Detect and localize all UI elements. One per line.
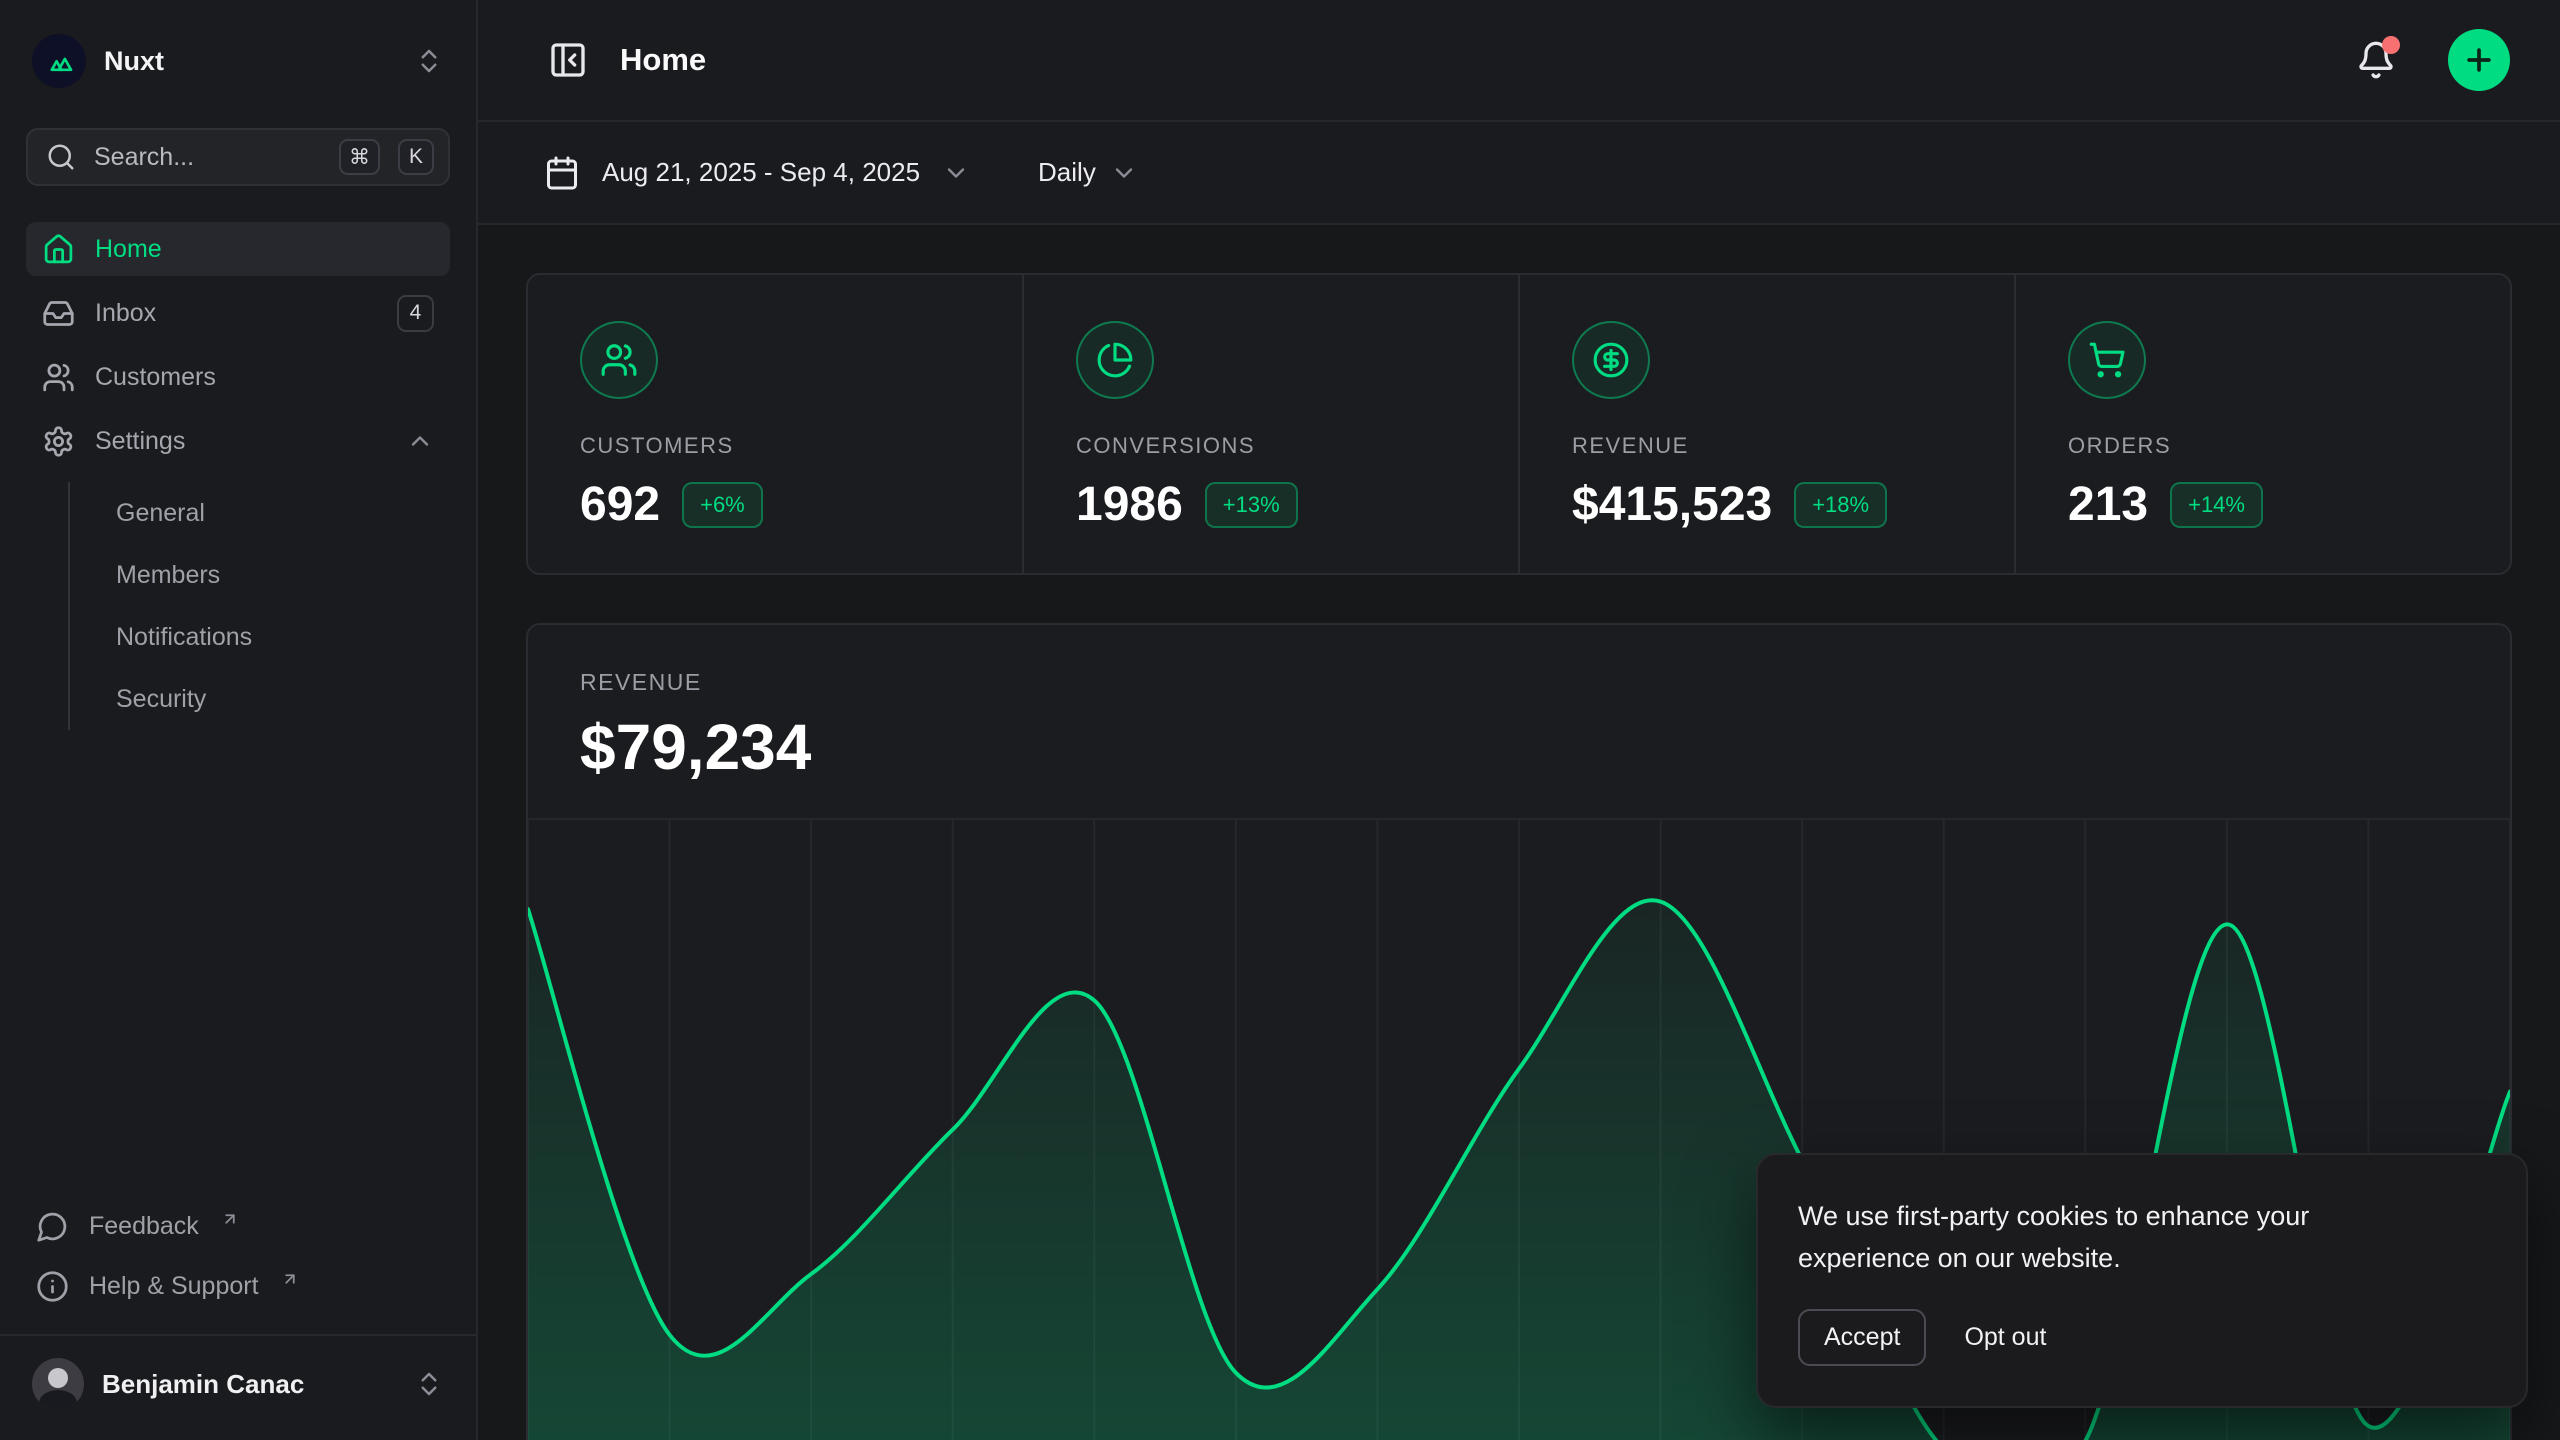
stats-panel: CUSTOMERS 692 +6% CONVERSIONS 1986 +13% [526, 273, 2512, 575]
sidebar-item-label: Inbox [95, 299, 377, 328]
avatar [32, 1358, 84, 1410]
page-title: Home [620, 42, 2322, 78]
external-link-icon [221, 1210, 239, 1228]
cookie-accept-button[interactable]: Accept [1798, 1309, 1926, 1366]
feedback-label: Feedback [89, 1212, 199, 1241]
sidebar-item-home[interactable]: Home [26, 222, 450, 276]
sidebar-spacer [26, 730, 450, 1196]
nuxt-logo-icon [32, 34, 86, 88]
search-placeholder: Search... [94, 143, 321, 172]
stat-delta-badge: +18% [1794, 482, 1887, 528]
gear-icon [42, 425, 75, 458]
search-input[interactable]: Search... ⌘ K [26, 128, 450, 186]
sidebar-item-security[interactable]: Security [70, 668, 450, 730]
stat-label: CUSTOMERS [580, 433, 970, 459]
notification-dot [2382, 36, 2400, 54]
message-circle-icon [36, 1210, 69, 1243]
sidebar: Nuxt Search... ⌘ K Home Inbox 4 [0, 0, 478, 1440]
stat-value: $415,523 [1572, 477, 1772, 532]
sidebar-item-customers[interactable]: Customers [26, 350, 450, 404]
workspace-switcher[interactable]: Nuxt [26, 26, 450, 96]
inbox-count-badge: 4 [397, 295, 434, 332]
kbd-k: K [398, 139, 434, 175]
info-icon [36, 1270, 69, 1303]
sidebar-item-label: Home [95, 235, 434, 264]
house-icon [42, 233, 75, 266]
stat-value: 1986 [1076, 477, 1183, 532]
stat-card-customers[interactable]: CUSTOMERS 692 +6% [528, 275, 1022, 573]
stat-card-orders[interactable]: ORDERS 213 +14% [2014, 275, 2510, 573]
cookie-optout-button[interactable]: Opt out [1964, 1311, 2046, 1364]
inbox-icon [42, 297, 75, 330]
sidebar-item-notifications[interactable]: Notifications [70, 606, 450, 668]
add-button[interactable] [2448, 29, 2510, 91]
stat-card-conversions[interactable]: CONVERSIONS 1986 +13% [1022, 275, 1518, 573]
cookie-message: We use first-party cookies to enhance yo… [1798, 1195, 2418, 1279]
sidebar-item-inbox[interactable]: Inbox 4 [26, 286, 450, 340]
user-name: Benjamin Canac [102, 1369, 396, 1400]
user-menu[interactable]: Benjamin Canac [0, 1334, 476, 1414]
cookie-banner: We use first-party cookies to enhance yo… [1756, 1153, 2528, 1408]
sidebar-nav: Home Inbox 4 Customers Settings Ge [26, 222, 450, 730]
users-icon [580, 321, 658, 399]
stat-delta-badge: +13% [1205, 482, 1298, 528]
revenue-chart-label: REVENUE [580, 669, 2458, 696]
revenue-chart-value: $79,234 [580, 710, 2458, 784]
chevrons-up-down-icon [414, 1369, 444, 1399]
collapse-sidebar-button[interactable] [544, 36, 592, 84]
chevron-up-icon [406, 427, 434, 455]
date-range-picker[interactable]: Aug 21, 2025 - Sep 4, 2025 [544, 155, 970, 191]
notifications-button[interactable] [2350, 34, 2402, 86]
circle-dollar-icon [1572, 321, 1650, 399]
calendar-icon [544, 155, 580, 191]
stat-delta-badge: +6% [682, 482, 763, 528]
stat-label: REVENUE [1572, 433, 1962, 459]
chevron-down-icon [942, 159, 970, 187]
help-support-label: Help & Support [89, 1272, 259, 1301]
sidebar-item-settings[interactable]: Settings [26, 414, 450, 468]
interval-value: Daily [1038, 157, 1096, 188]
feedback-link[interactable]: Feedback [26, 1196, 450, 1256]
external-link-icon [281, 1270, 299, 1288]
users-icon [42, 361, 75, 394]
pie-chart-icon [1076, 321, 1154, 399]
topbar: Home [478, 0, 2560, 122]
shopping-cart-icon [2068, 321, 2146, 399]
stat-card-revenue[interactable]: REVENUE $415,523 +18% [1518, 275, 2014, 573]
stat-delta-badge: +14% [2170, 482, 2263, 528]
help-support-link[interactable]: Help & Support [26, 1256, 450, 1316]
interval-select[interactable]: Daily [1038, 157, 1138, 188]
filter-bar: Aug 21, 2025 - Sep 4, 2025 Daily [478, 122, 2560, 225]
stat-label: CONVERSIONS [1076, 433, 1466, 459]
kbd-meta: ⌘ [339, 139, 380, 175]
chevrons-up-down-icon [414, 46, 444, 76]
brand-name: Nuxt [104, 46, 396, 77]
search-icon [46, 142, 76, 172]
chevron-down-icon [1110, 159, 1138, 187]
date-range-value: Aug 21, 2025 - Sep 4, 2025 [602, 157, 920, 188]
sidebar-item-label: Customers [95, 363, 434, 392]
plus-icon [2462, 43, 2496, 77]
stat-value: 213 [2068, 477, 2148, 532]
sidebar-item-label: Settings [95, 427, 386, 456]
stat-label: ORDERS [2068, 433, 2458, 459]
stat-value: 692 [580, 477, 660, 532]
settings-sub-list: General Members Notifications Security [68, 482, 450, 730]
sidebar-item-general[interactable]: General [70, 482, 450, 544]
sidebar-item-members[interactable]: Members [70, 544, 450, 606]
